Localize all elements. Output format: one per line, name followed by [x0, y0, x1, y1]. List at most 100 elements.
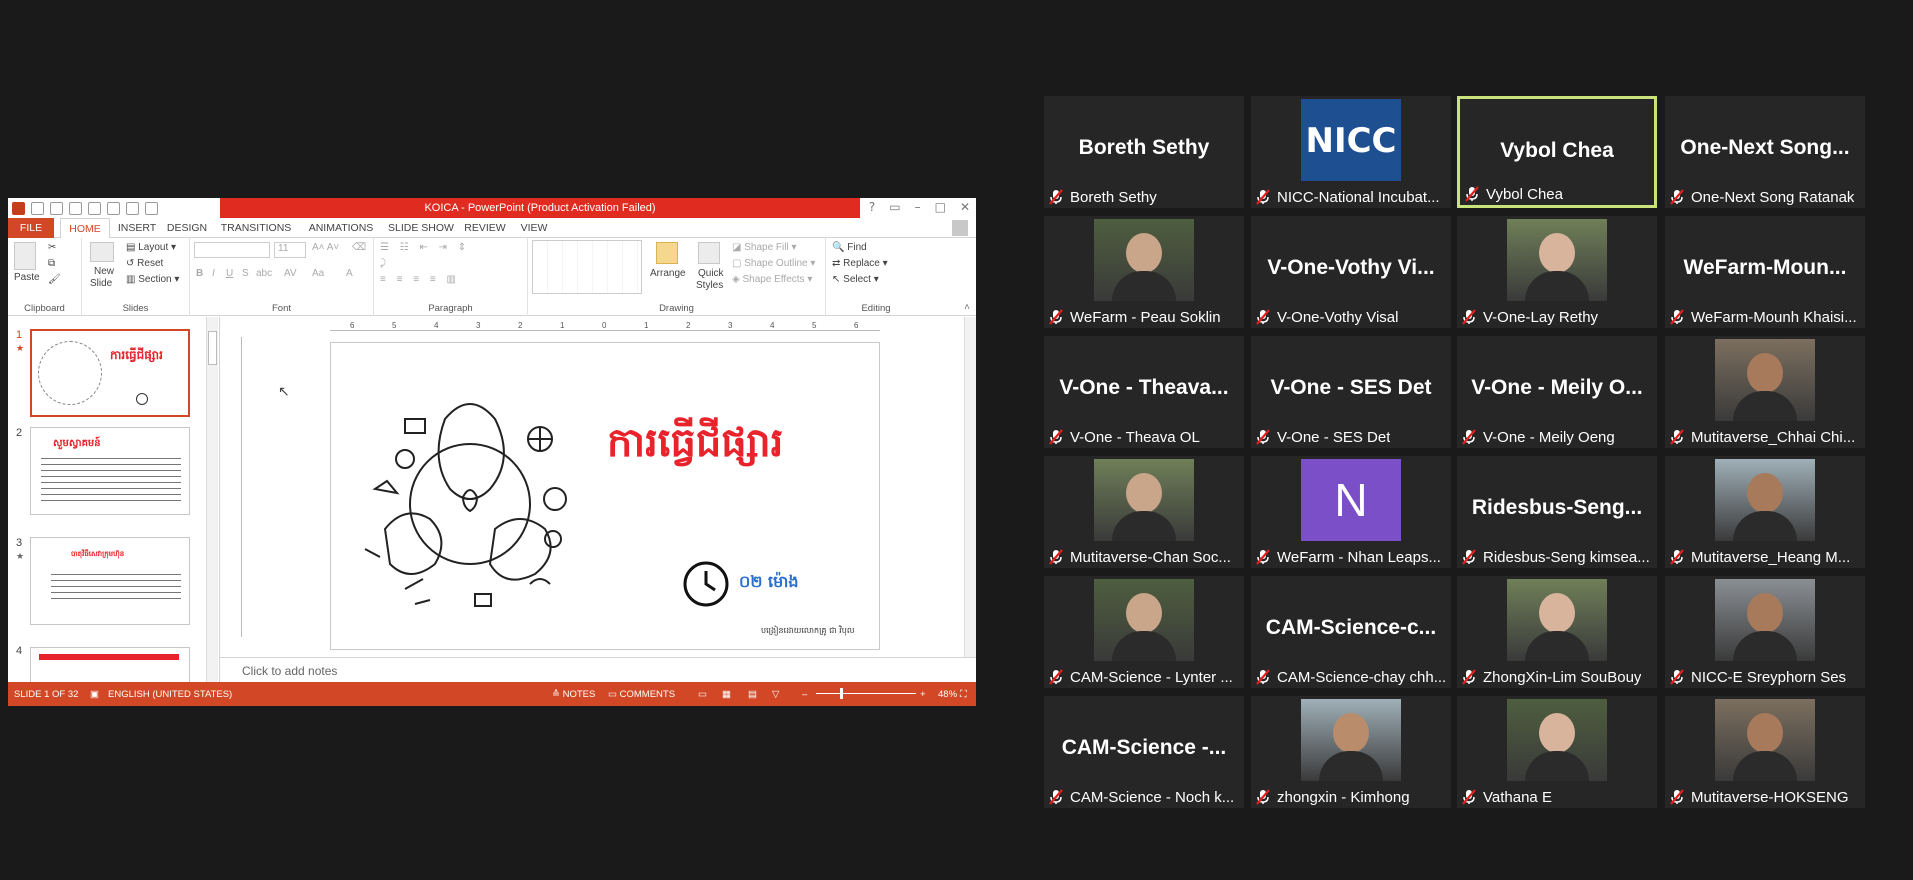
grow-font-icon[interactable]: A˄ A˅ — [312, 242, 339, 253]
tab-insert[interactable]: INSERT — [116, 218, 158, 238]
save-icon[interactable] — [31, 201, 44, 215]
quick-styles-button[interactable]: Quick — [698, 268, 724, 279]
tab-file[interactable]: FILE — [8, 218, 54, 238]
participant-tile[interactable]: V-One - Meily O... V-One - Meily Oeng — [1457, 336, 1657, 448]
tab-view[interactable]: VIEW — [514, 218, 554, 238]
font-color-icon[interactable]: A — [346, 268, 353, 279]
ribbon-display-icon[interactable]: ▭ — [889, 200, 900, 214]
thumbnails-scrollbar[interactable] — [206, 317, 218, 682]
zoom-in-icon[interactable]: + — [920, 689, 926, 700]
change-case-icon[interactable]: Aa — [312, 268, 324, 279]
new-slide-button[interactable]: New — [94, 266, 114, 277]
find-button[interactable]: 🔍 Find — [832, 242, 867, 253]
new-slide-button-line2[interactable]: Slide — [90, 278, 112, 289]
italic-icon[interactable]: I — [212, 268, 215, 279]
slideshow-view-icon[interactable]: ▽ — [772, 689, 779, 700]
help-icon[interactable]: ? — [869, 200, 875, 214]
slide-duration[interactable]: ០២ ម៉ោង — [739, 571, 798, 595]
participant-tile[interactable]: V-One - SES Det V-One - SES Det — [1251, 336, 1451, 448]
participant-tile[interactable]: Mutitaverse-HOKSENG — [1665, 696, 1865, 808]
current-slide[interactable]: ការធ្វើជីផ្សារ ០២ ម៉ោង បង្រៀនដោយលោកគ្រូ … — [330, 342, 880, 650]
participant-tile[interactable]: CAM-Science -... CAM-Science - Noch k... — [1044, 696, 1244, 808]
quick-styles-icon[interactable] — [698, 242, 720, 264]
thumbnails-scroll-thumb[interactable] — [208, 331, 217, 365]
zoom-slider[interactable] — [816, 693, 916, 694]
align-icon[interactable]: ≡ ≡ ≡ ≡ ▥ — [380, 274, 460, 285]
participant-tile[interactable]: Mutitaverse_Heang M... — [1665, 456, 1865, 568]
participant-tile[interactable]: N WeFarm - Nhan Leaps... — [1251, 456, 1451, 568]
shape-outline-button[interactable]: ▢ Shape Outline ▾ — [732, 258, 815, 269]
quick-styles-button-line2[interactable]: Styles — [696, 280, 723, 291]
reset-button[interactable]: ↺ Reset — [126, 258, 163, 269]
shadow-icon[interactable]: S — [242, 268, 249, 279]
maximize-icon[interactable]: □ — [935, 200, 946, 214]
start-slideshow-icon[interactable] — [107, 201, 120, 215]
font-name-dropdown[interactable] — [194, 242, 270, 258]
layout-button[interactable]: ▤ Layout ▾ — [126, 242, 176, 253]
notes-pane[interactable]: Click to add notes — [220, 657, 976, 682]
notes-button[interactable]: ≙ NOTES — [552, 689, 595, 700]
redo-icon[interactable] — [69, 201, 82, 215]
participant-tile[interactable]: Vybol Chea Vybol Chea — [1457, 96, 1657, 208]
shapes-gallery[interactable] — [532, 240, 642, 294]
participant-tile[interactable]: NICC-E Sreyphorn Ses — [1665, 576, 1865, 688]
shape-fill-button[interactable]: ◪ Shape Fill ▾ — [732, 242, 797, 253]
thumbnail-slide-3[interactable]: បាតុវិធីសេវាក្រុមហ៊ុន — [30, 537, 190, 625]
font-size-dropdown[interactable]: 11 — [274, 242, 306, 258]
thumbnail-slide-2[interactable]: សួមស្វាគមន៍ — [30, 427, 190, 515]
char-spacing-icon[interactable]: AV — [284, 268, 297, 279]
language-indicator[interactable]: ENGLISH (UNITED STATES) — [108, 689, 232, 700]
participant-tile[interactable]: NICC NICC-National Incubat... — [1251, 96, 1451, 208]
tab-slide-show[interactable]: SLIDE SHOW — [386, 218, 456, 238]
paste-button[interactable]: Paste — [14, 272, 40, 283]
participant-tile[interactable]: CAM-Science-c... CAM-Science-chay chh... — [1251, 576, 1451, 688]
user-avatar-icon[interactable] — [952, 220, 968, 236]
cut-icon[interactable]: ✂ — [48, 242, 56, 253]
section-button[interactable]: ▥ Section ▾ — [126, 274, 179, 285]
tab-transitions[interactable]: TRANSITIONS — [216, 218, 296, 238]
tab-design[interactable]: DESIGN — [164, 218, 210, 238]
participant-tile[interactable]: CAM-Science - Lynter ... — [1044, 576, 1244, 688]
zoom-slider-thumb[interactable] — [840, 688, 843, 699]
slide-sorter-icon[interactable]: ▦ — [722, 689, 731, 700]
clear-format-icon[interactable]: ⌫ — [352, 242, 366, 253]
select-button[interactable]: ↖ Select ▾ — [832, 274, 879, 285]
arrange-icon[interactable] — [656, 242, 678, 264]
spellcheck-icon[interactable]: ▣ — [90, 689, 99, 700]
normal-view-icon[interactable]: ▭ — [698, 689, 707, 700]
participant-tile[interactable]: Vathana E — [1457, 696, 1657, 808]
slide-title[interactable]: ការធ្វើជីផ្សារ — [607, 417, 783, 476]
minimize-icon[interactable]: – — [915, 200, 921, 214]
notes-placeholder[interactable]: Click to add notes — [242, 664, 337, 678]
text-direction-icon[interactable]: ⤸ — [380, 258, 386, 269]
new-slide-icon[interactable] — [90, 242, 114, 262]
participant-tile[interactable]: Mutitaverse-Chan Soc... — [1044, 456, 1244, 568]
participant-tile[interactable]: One-Next Song... One-Next Song Ratanak — [1665, 96, 1865, 208]
participant-tile[interactable]: Boreth Sethy Boreth Sethy — [1044, 96, 1244, 208]
collapse-ribbon-icon[interactable]: ˄ — [964, 302, 970, 313]
replace-button[interactable]: ⇄ Replace ▾ — [832, 258, 888, 269]
participant-tile[interactable]: Ridesbus-Seng... Ridesbus-Seng kimsea... — [1457, 456, 1657, 568]
format-painter-icon[interactable]: 🖌 — [48, 274, 61, 285]
zoom-out-icon[interactable]: – — [802, 689, 807, 700]
bullets-icon[interactable]: ☰ ☷ ⇤ ⇥ ⇕ — [380, 242, 470, 253]
copy-icon[interactable]: ⧉ — [48, 258, 55, 269]
participant-tile[interactable]: V-One-Vothy Vi... V-One-Vothy Visal — [1251, 216, 1451, 328]
participant-tile[interactable]: Mutitaverse_Chhai Chi... — [1665, 336, 1865, 448]
new-file-icon[interactable] — [88, 201, 101, 215]
tab-home[interactable]: HOME — [60, 218, 110, 239]
participant-tile[interactable]: ZhongXin-Lim SouBouy — [1457, 576, 1657, 688]
slide-author[interactable]: បង្រៀនដោយលោកគ្រូ ជា វិបុល — [761, 625, 854, 637]
slide-editor[interactable]: 6 5 4 3 2 1 0 1 2 3 4 5 6 ការធ្វើជីផ្សារ… — [220, 317, 976, 657]
fit-to-window-icon[interactable]: ⛶ — [960, 689, 967, 700]
print-preview-icon[interactable] — [126, 201, 139, 215]
slide-scrollbar[interactable] — [964, 317, 976, 657]
zoom-level[interactable]: 48% — [938, 689, 957, 700]
strikethrough-icon[interactable]: abc — [256, 268, 272, 279]
thumbnail-slide-4[interactable] — [30, 647, 190, 687]
underline-icon[interactable]: U — [226, 268, 233, 279]
participant-tile[interactable]: WeFarm - Peau Soklin — [1044, 216, 1244, 328]
participant-tile[interactable]: zhongxin - Kimhong — [1251, 696, 1451, 808]
comments-button[interactable]: ▭ COMMENTS — [608, 689, 675, 700]
shape-effects-button[interactable]: ◈ Shape Effects ▾ — [732, 274, 812, 285]
